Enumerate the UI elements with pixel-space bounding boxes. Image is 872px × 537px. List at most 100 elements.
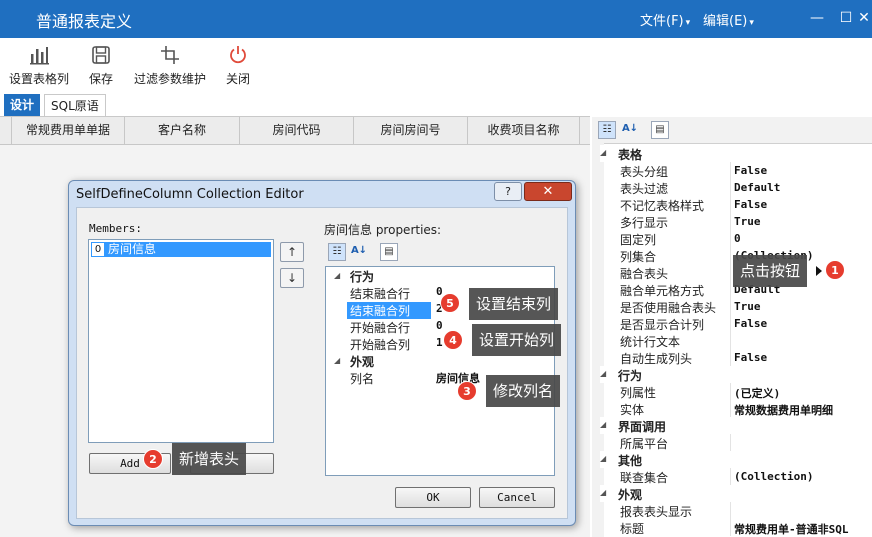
callout-click-button: 点击按钮	[733, 255, 808, 287]
dialog-property-category[interactable]: ◢ 行为	[330, 267, 550, 284]
close-button[interactable]: ✕	[856, 8, 872, 28]
menu-file[interactable]: 文件(F) ▾	[640, 10, 690, 29]
collapse-icon[interactable]: ◢	[600, 489, 608, 497]
property-category[interactable]: ◢ 行为	[600, 366, 872, 383]
property-value[interactable]: False	[734, 164, 767, 177]
cancel-button[interactable]: Cancel	[479, 487, 555, 508]
property-row[interactable]: 多行显示 True	[600, 213, 872, 230]
column-header[interactable]: 收费项目名称	[468, 117, 580, 144]
property-name: 是否显示合计列	[620, 318, 705, 332]
property-name: 结束融合行	[350, 287, 411, 301]
move-up-button[interactable]: ↑	[280, 242, 304, 262]
column-header[interactable]: 客户名称	[125, 117, 240, 144]
property-category[interactable]: ◢ 表格	[600, 145, 872, 162]
member-item[interactable]: 0 房间信息	[91, 242, 271, 257]
step-badge-1: 1	[825, 260, 845, 280]
property-row[interactable]: 统计行文本	[600, 332, 872, 349]
categorized-view-icon[interactable]: ☷	[598, 121, 616, 139]
collapse-icon[interactable]: ◢	[334, 271, 340, 280]
collapse-icon[interactable]: ◢	[600, 421, 608, 429]
property-row[interactable]: 自动生成列头 False	[600, 349, 872, 366]
property-row[interactable]: 是否显示合计列 False	[600, 315, 872, 332]
callout-add-header: 新增表头	[172, 443, 247, 475]
property-pages-icon[interactable]: ▤	[651, 121, 669, 139]
dialog-close-button[interactable]: ✕	[524, 182, 572, 201]
tab-design[interactable]: 设计	[4, 94, 41, 116]
property-row[interactable]: 表头分组 False	[600, 162, 872, 179]
property-row[interactable]: 报表表头显示	[600, 502, 872, 519]
menu-edit[interactable]: 编辑(E) ▾	[703, 10, 754, 29]
column-header[interactable]: 房间代码	[240, 117, 354, 144]
property-name: 自动生成列头	[620, 352, 693, 366]
maximize-button[interactable]: ☐	[836, 8, 856, 28]
property-value[interactable]: True	[734, 300, 761, 313]
property-value[interactable]: Default	[734, 181, 780, 194]
minimize-button[interactable]: —	[807, 8, 827, 28]
property-row[interactable]: 标题 常规费用单-普通非SQL	[600, 519, 872, 536]
set-columns-button[interactable]: 设置表格列	[6, 44, 72, 87]
ok-button[interactable]: OK	[395, 487, 471, 508]
property-name: 开始融合行	[350, 321, 411, 335]
properties-label: 房间信息 properties:	[324, 223, 442, 237]
collapse-icon[interactable]: ◢	[334, 356, 340, 365]
column-divider	[730, 332, 731, 349]
member-name: 房间信息	[108, 242, 157, 256]
property-category[interactable]: ◢ 其他	[600, 451, 872, 468]
property-value[interactable]: (Collection)	[734, 470, 813, 483]
property-value[interactable]: 常规数据费用单明细	[734, 402, 833, 418]
property-value[interactable]: True	[734, 215, 761, 228]
save-button[interactable]: 保存	[86, 44, 116, 87]
column-divider	[730, 247, 731, 264]
column-header[interactable]: 房间房间号	[354, 117, 468, 144]
property-name: 标题	[620, 522, 645, 536]
tab-sql[interactable]: SQL原语	[44, 94, 106, 116]
property-value[interactable]: 1	[436, 336, 443, 349]
collapse-icon[interactable]: ◢	[600, 455, 608, 463]
property-name: 不记忆表格样式	[620, 199, 705, 213]
members-list[interactable]	[88, 239, 274, 443]
property-row[interactable]: 表头过滤 Default	[600, 179, 872, 196]
property-pages-icon[interactable]: ▤	[380, 243, 398, 261]
help-button[interactable]: ?	[494, 182, 522, 201]
property-row[interactable]: 联查集合 (Collection)	[600, 468, 872, 485]
property-value[interactable]: False	[734, 317, 767, 330]
property-value[interactable]: 常规费用单-普通非SQL	[734, 521, 849, 537]
property-value[interactable]: 0	[734, 232, 741, 245]
callout-start-column: 设置开始列	[472, 324, 562, 356]
alphabetical-sort-icon[interactable]: A↓	[621, 121, 639, 139]
property-row[interactable]: 固定列 0	[600, 230, 872, 247]
alphabetical-sort-icon[interactable]: A↓	[350, 243, 368, 261]
grid-row-selector-header	[0, 117, 12, 144]
property-row[interactable]: 是否使用融合表头 True	[600, 298, 872, 315]
column-header[interactable]: 常规费用单单据	[12, 117, 125, 144]
property-row[interactable]: 所属平台	[600, 434, 872, 451]
property-category[interactable]: ◢ 外观	[600, 485, 872, 502]
close-tool-button[interactable]: 关闭	[224, 44, 252, 87]
property-row[interactable]: 列属性 (已定义)	[600, 383, 872, 400]
column-divider	[730, 315, 731, 332]
move-down-button[interactable]: ↓	[280, 268, 304, 288]
property-name: 固定列	[620, 233, 657, 247]
column-divider	[730, 162, 731, 179]
collapse-icon[interactable]: ◢	[600, 149, 608, 157]
property-value[interactable]: (已定义)	[734, 385, 780, 401]
property-value[interactable]: 0	[436, 319, 443, 332]
column-divider	[730, 264, 731, 281]
column-divider	[730, 298, 731, 315]
category-label: 行为	[350, 270, 375, 284]
property-category[interactable]: ◢ 界面调用	[600, 417, 872, 434]
property-row[interactable]: 不记忆表格样式 False	[600, 196, 872, 213]
property-value[interactable]: False	[734, 351, 767, 364]
category-label: 其他	[618, 454, 643, 468]
collapse-icon[interactable]: ◢	[600, 370, 608, 378]
property-value[interactable]: False	[734, 198, 767, 211]
property-row[interactable]: 实体 常规数据费用单明细	[600, 400, 872, 417]
property-name: 多行显示	[620, 216, 669, 230]
dialog-title: SelfDefineColumn Collection Editor	[76, 187, 304, 202]
column-divider	[730, 281, 731, 298]
property-name: 表头过滤	[620, 182, 669, 196]
categorized-view-icon[interactable]: ☷	[328, 243, 346, 261]
save-icon	[92, 46, 110, 64]
filter-params-button[interactable]: 过滤参数维护	[130, 44, 210, 87]
column-divider	[730, 349, 731, 366]
